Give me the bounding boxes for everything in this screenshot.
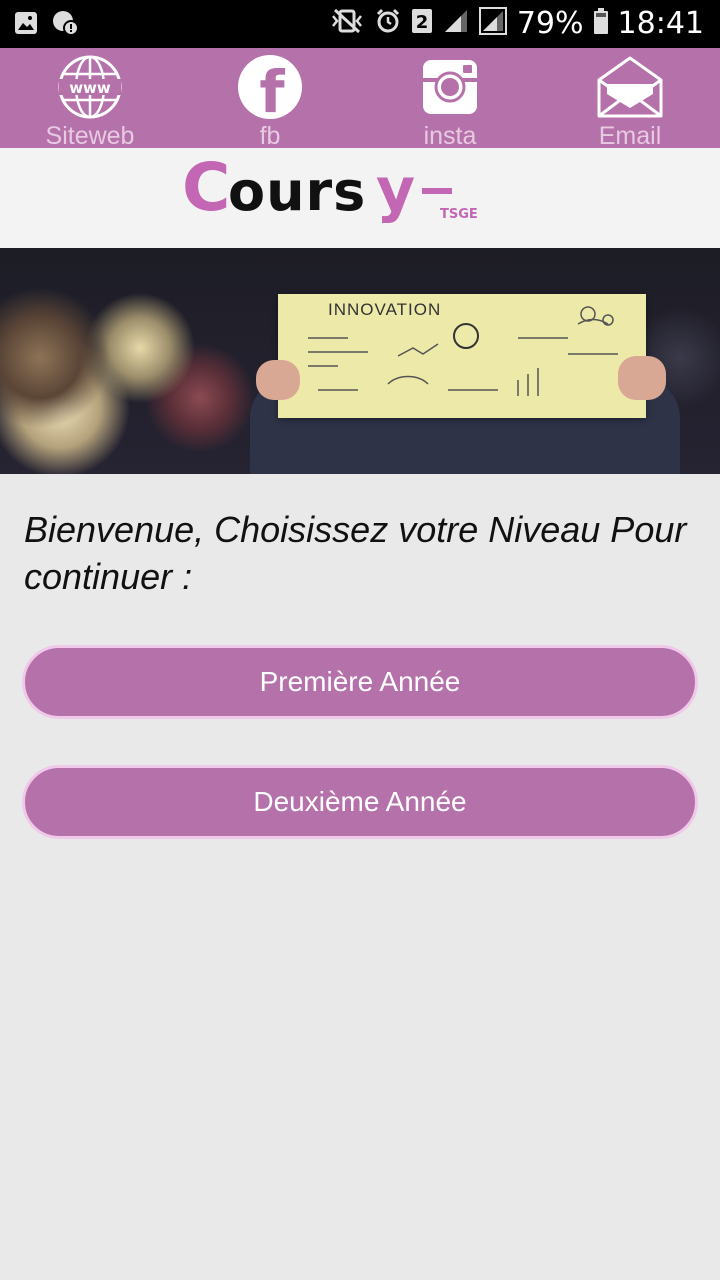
social-links-bar: www Siteweb f fb insta Email <box>0 48 720 150</box>
facebook-link[interactable]: f fb <box>180 48 360 150</box>
innovation-board: INNOVATION <box>278 294 646 418</box>
instagram-link[interactable]: insta <box>360 48 540 150</box>
vibrate-off-icon <box>329 8 365 39</box>
envelope-icon <box>597 54 663 120</box>
fb-label: fb <box>259 122 281 150</box>
sim-icon: 2 <box>411 8 433 39</box>
signal-icon-2 <box>478 7 507 40</box>
right-hand <box>618 356 666 400</box>
welcome-message: Bienvenue, Choisissez votre Niveau Pour … <box>24 509 687 597</box>
sketch-doodles <box>308 306 618 396</box>
logo-bar: C ours y TSGE <box>0 148 720 248</box>
gallery-notification-icon <box>14 11 38 40</box>
insta-label: insta <box>423 122 477 150</box>
svg-text:TSGE: TSGE <box>440 207 478 222</box>
status-bar: 2 79% 18:41 <box>0 0 720 48</box>
innovation-banner-image: INNOVATION <box>0 248 720 474</box>
second-year-button[interactable]: Deuxième Année <box>22 765 698 839</box>
svg-text:f: f <box>259 58 285 120</box>
chat-alert-icon <box>52 10 79 41</box>
svg-text:www: www <box>69 79 111 97</box>
facebook-icon: f <box>237 54 303 126</box>
battery-icon <box>593 8 608 39</box>
svg-text:C: C <box>182 152 230 226</box>
first-year-button[interactable]: Première Année <box>22 645 698 719</box>
globe-icon: www <box>57 54 123 120</box>
siteweb-link[interactable]: www Siteweb <box>0 48 180 150</box>
svg-text:ours: ours <box>228 160 366 223</box>
email-link[interactable]: Email <box>540 48 720 150</box>
coursy-logo: C ours y TSGE <box>182 152 478 226</box>
instagram-icon <box>417 54 483 120</box>
svg-text:y: y <box>376 155 415 225</box>
battery-percent: 79% <box>516 6 584 41</box>
siteweb-label: Siteweb <box>45 122 135 150</box>
left-hand <box>256 360 300 400</box>
clock: 18:41 <box>617 6 704 41</box>
alarm-icon <box>375 8 401 39</box>
svg-text:2: 2 <box>416 12 429 33</box>
signal-icon <box>443 8 469 39</box>
email-label: Email <box>598 122 662 150</box>
